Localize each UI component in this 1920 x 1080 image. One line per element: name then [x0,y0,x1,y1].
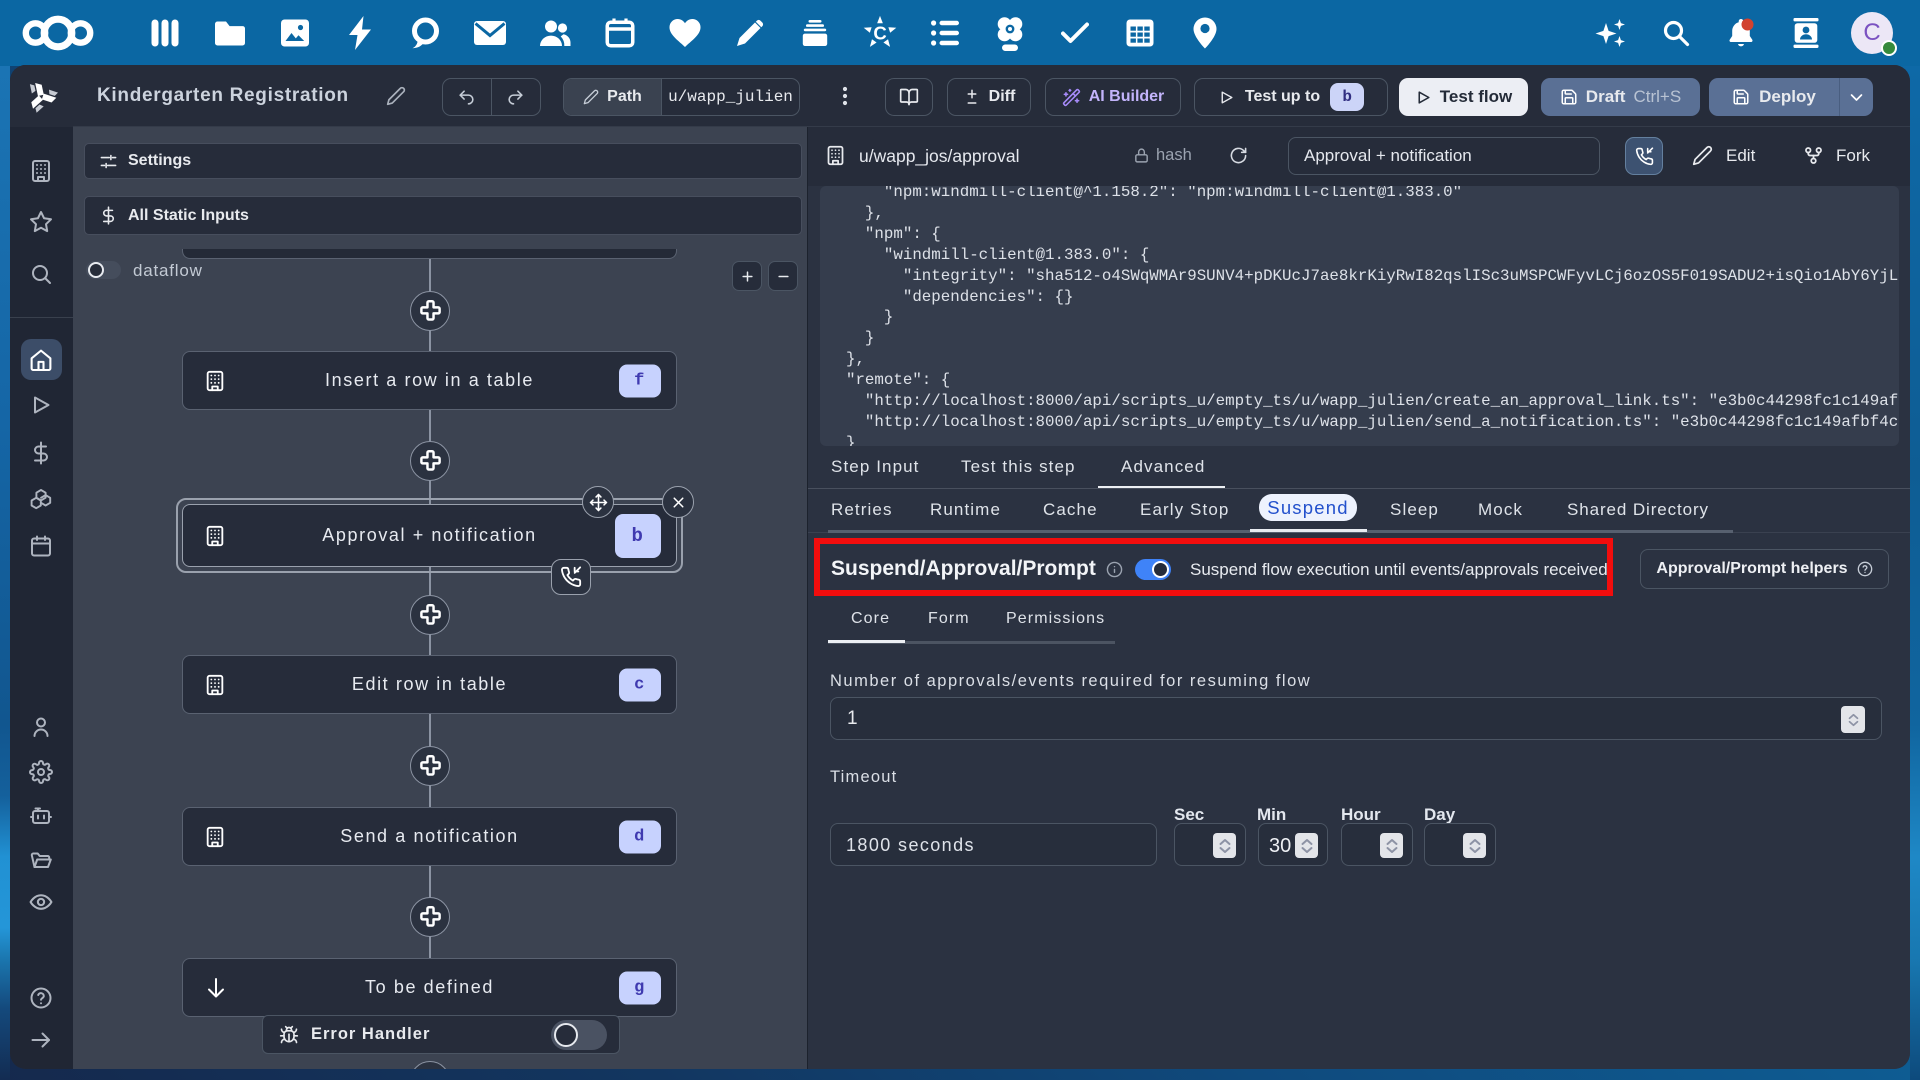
svg-text:C: C [873,22,886,43]
